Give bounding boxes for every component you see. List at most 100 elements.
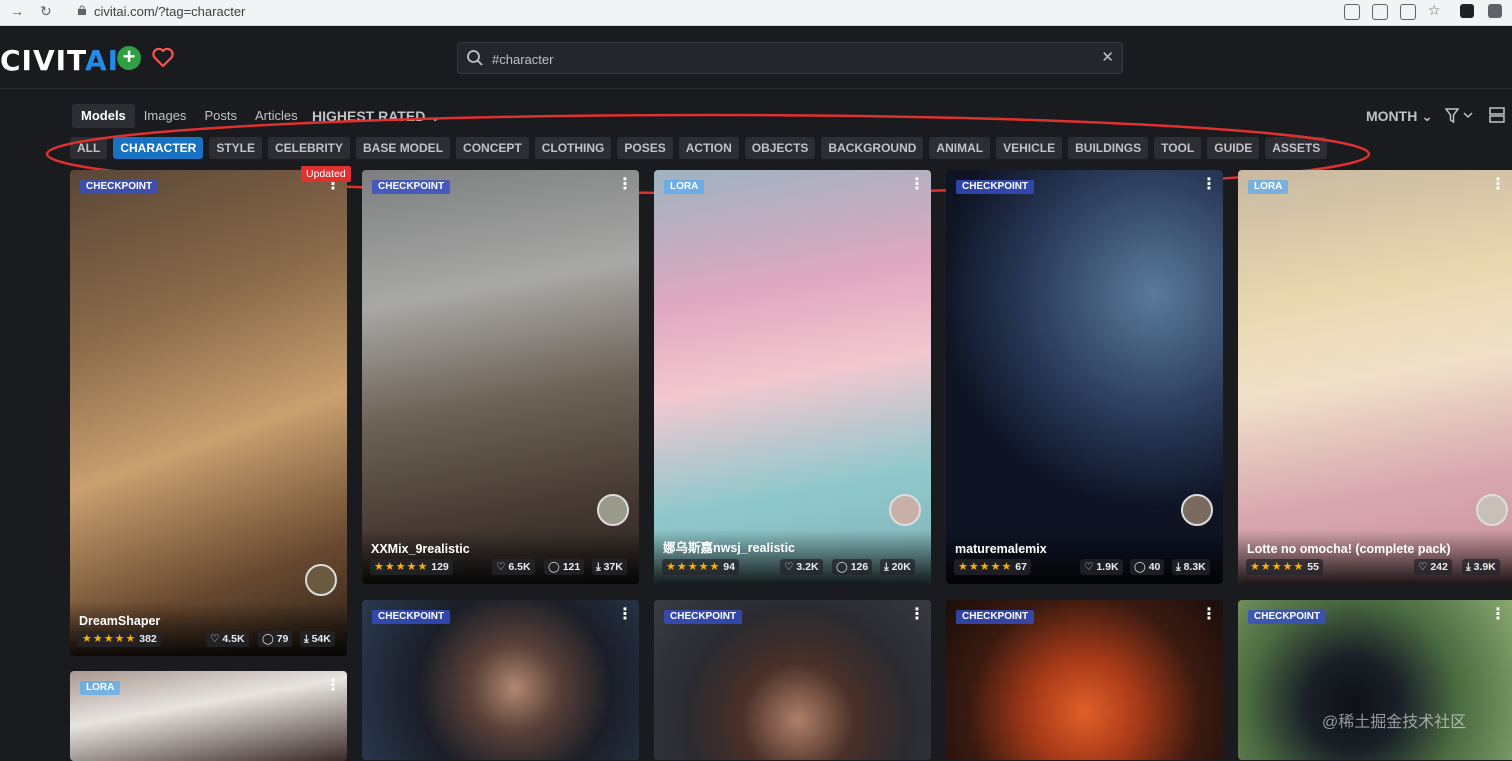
chip-concept[interactable]: CONCEPT xyxy=(456,137,529,159)
comments-badge: ◯ 79 xyxy=(258,631,293,647)
avatar[interactable] xyxy=(1476,494,1508,526)
filter-icon[interactable] xyxy=(1445,108,1475,124)
create-plus-icon[interactable]: + xyxy=(117,46,141,70)
rating-badge: ★★★★★ 67 xyxy=(954,559,1031,575)
likes-badge: ♡ 4.5K xyxy=(206,631,249,647)
rating-count: 382 xyxy=(139,633,157,645)
more-menu-icon[interactable]: ⋮ xyxy=(1490,177,1506,193)
model-card[interactable]: CHECKPOINT ⋮ xyxy=(362,600,639,760)
chevron-down-icon: ⌄ xyxy=(1421,108,1433,124)
more-menu-icon[interactable]: ⋮ xyxy=(617,607,633,623)
avatar[interactable] xyxy=(305,564,337,596)
chip-buildings[interactable]: BUILDINGS xyxy=(1068,137,1149,159)
model-card[interactable]: CHECKPOINT ⋮ maturemalemix ★★★★★ 67 ♡ 1.… xyxy=(946,170,1223,584)
model-card[interactable]: LORA ⋮ xyxy=(70,671,347,761)
download-icon: ⤓ xyxy=(596,561,601,573)
model-title: 娜乌斯嘉nwsj_realistic xyxy=(663,541,795,555)
more-menu-icon[interactable]: ⋮ xyxy=(909,177,925,193)
model-card[interactable]: LORA ⋮ 娜乌斯嘉nwsj_realistic ★★★★★ 94 ♡ 3.2… xyxy=(654,170,931,584)
model-type-badge: CHECKPOINT xyxy=(664,610,743,624)
avatar[interactable] xyxy=(1181,494,1213,526)
model-image xyxy=(1238,600,1512,760)
avatar[interactable] xyxy=(597,494,629,526)
chip-character[interactable]: CHARACTER xyxy=(113,137,204,159)
more-menu-icon[interactable]: ⋮ xyxy=(1201,607,1217,623)
sort-dropdown[interactable]: HIGHEST RATED ⌄ xyxy=(312,108,441,125)
model-type-badge: CHECKPOINT xyxy=(956,610,1035,624)
clear-search-icon[interactable]: ✕ xyxy=(1101,48,1114,66)
downloads-badge: ⤓ 20K xyxy=(880,559,915,575)
more-menu-icon[interactable]: ⋮ xyxy=(325,678,341,694)
likes-badge: ♡ 3.2K xyxy=(780,559,823,575)
download-icon[interactable] xyxy=(1344,4,1360,20)
heart-outline-icon: ♡ xyxy=(496,561,506,573)
model-image xyxy=(946,170,1223,584)
tab-images[interactable]: Images xyxy=(135,104,196,128)
rating-count: 67 xyxy=(1015,561,1027,573)
model-card[interactable]: CHECKPOINT ⋮ xyxy=(1238,600,1512,760)
more-menu-icon[interactable]: ⋮ xyxy=(617,177,633,193)
period-label: MONTH xyxy=(1366,108,1418,124)
model-card[interactable]: CHECKPOINT ⋮ xyxy=(654,600,931,760)
chip-base-model[interactable]: BASE MODEL xyxy=(356,137,451,159)
downloads-badge: ⤓ 54K xyxy=(300,631,335,647)
likes-badge: ♡ 1.9K xyxy=(1080,559,1123,575)
civitai-logo[interactable]: CIVITAI xyxy=(0,44,119,77)
comment-icon: ◯ xyxy=(1134,561,1146,573)
logo-text: CIVIT xyxy=(0,44,85,77)
address-bar[interactable]: civitai.com/?tag=character xyxy=(94,4,245,19)
heart-outline-icon: ♡ xyxy=(210,633,220,645)
extension-icon[interactable] xyxy=(1460,4,1474,18)
avatar[interactable] xyxy=(889,494,921,526)
comments-count: 79 xyxy=(276,633,289,645)
more-menu-icon[interactable]: ⋮ xyxy=(1490,607,1506,623)
chip-clothing[interactable]: CLOTHING xyxy=(534,137,612,159)
layout-toggle-icon[interactable] xyxy=(1489,107,1505,123)
tab-models[interactable]: Models xyxy=(72,104,135,128)
model-type-badge: LORA xyxy=(664,180,705,194)
model-card[interactable]: CHECKPOINT ⋮ XXMix_9realistic ★★★★★ 129 … xyxy=(362,170,639,584)
card-footer xyxy=(70,602,347,656)
chip-poses[interactable]: POSES xyxy=(617,137,673,159)
forward-arrow-icon[interactable]: → xyxy=(10,3,24,19)
chip-assets[interactable]: ASSETS xyxy=(1265,137,1328,159)
bookmark-star-icon[interactable]: ☆ xyxy=(1428,2,1441,19)
chip-celebrity[interactable]: CELEBRITY xyxy=(268,137,351,159)
translate-icon[interactable] xyxy=(1372,4,1388,20)
download-icon: ⤓ xyxy=(1176,561,1181,573)
model-image xyxy=(362,600,639,760)
chip-animal[interactable]: ANIMAL xyxy=(929,137,991,159)
model-card[interactable]: CHECKPOINT ⋮ xyxy=(946,600,1223,760)
tab-articles[interactable]: Articles xyxy=(246,104,307,128)
chip-style[interactable]: STYLE xyxy=(209,137,262,159)
model-card[interactable]: LORA ⋮ Lotte no omocha! (complete pack) … xyxy=(1238,170,1512,584)
comment-icon: ◯ xyxy=(262,633,274,645)
share-icon[interactable] xyxy=(1400,4,1416,20)
more-menu-icon[interactable]: ⋮ xyxy=(909,607,925,623)
sort-label: HIGHEST RATED xyxy=(312,108,426,124)
more-menu-icon[interactable]: ⋮ xyxy=(1201,177,1217,193)
heart-icon[interactable] xyxy=(151,45,175,69)
tab-posts[interactable]: Posts xyxy=(195,104,246,128)
chip-all[interactable]: ALL xyxy=(70,137,108,159)
period-dropdown[interactable]: MONTH ⌄ xyxy=(1366,108,1433,125)
downloads-count: 8.3K xyxy=(1183,561,1206,573)
puzzle-icon[interactable] xyxy=(1488,4,1502,18)
chip-guide[interactable]: GUIDE xyxy=(1207,137,1260,159)
model-type-badge: LORA xyxy=(80,681,121,695)
model-stats: ★★★★★ 94 ♡ 3.2K ◯ 126 ⤓ 20K xyxy=(662,559,923,575)
chip-vehicle[interactable]: VEHICLE xyxy=(996,137,1063,159)
model-card[interactable]: CHECKPOINT ⋮ DreamShaper ★★★★★ 382 ♡ 4.5… xyxy=(70,170,347,656)
model-image xyxy=(654,600,931,760)
search-input[interactable] xyxy=(490,47,1084,71)
search-bar[interactable]: ✕ xyxy=(457,42,1123,74)
model-stats: ★★★★★ 129 ♡ 6.5K ◯ 121 ⤓ 37K xyxy=(370,559,631,575)
comments-badge: ◯ 121 xyxy=(544,559,585,575)
heart-outline-icon: ♡ xyxy=(784,561,794,573)
model-title: Lotte no omocha! (complete pack) xyxy=(1247,542,1451,556)
reload-icon[interactable]: ↻ xyxy=(40,3,52,20)
chip-tool[interactable]: TOOL xyxy=(1154,137,1202,159)
chip-background[interactable]: BACKGROUND xyxy=(821,137,924,159)
chip-action[interactable]: ACTION xyxy=(678,137,739,159)
chip-objects[interactable]: OBJECTS xyxy=(744,137,816,159)
